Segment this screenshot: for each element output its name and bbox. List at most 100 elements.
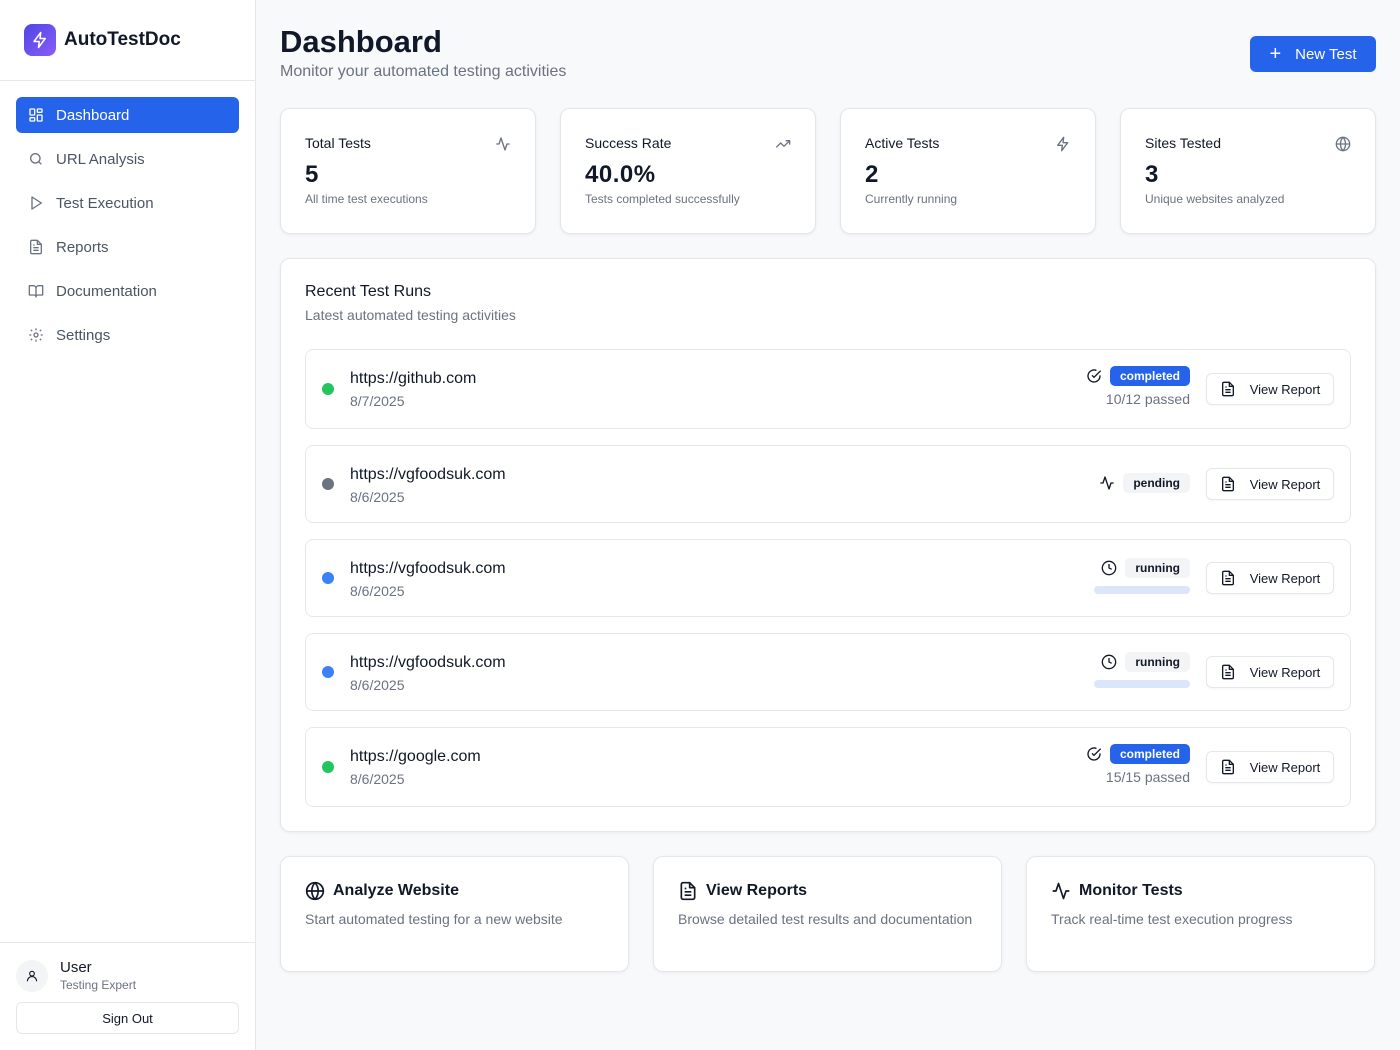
sidebar-item-label: Reports (56, 238, 109, 256)
list-item: https://google.com 8/6/2025 completed 15… (305, 727, 1351, 807)
stat-value: 3 (1145, 161, 1159, 188)
card-desc: Browse detailed test results and documen… (678, 911, 973, 927)
clock-icon (1102, 560, 1117, 576)
stat-label: Total Tests (305, 135, 371, 151)
view-report-button[interactable]: View Report (1206, 562, 1334, 594)
file-text-icon (680, 881, 696, 901)
stat-desc: All time test executions (305, 192, 428, 206)
view-report-button[interactable]: View Report (1206, 468, 1334, 500)
sidebar-item-test-execution[interactable]: Test Execution (16, 185, 239, 221)
sidebar-item-label: URL Analysis (56, 150, 145, 168)
page-title: Dashboard (280, 24, 442, 59)
monitor-tests-card[interactable]: Monitor Tests Track real-time test execu… (1026, 856, 1375, 972)
sidebar-item-label: Test Execution (56, 194, 154, 212)
sign-out-button[interactable]: Sign Out (16, 1002, 239, 1034)
run-date: 8/7/2025 (350, 393, 405, 409)
file-text-icon (1221, 570, 1234, 586)
clock-icon (1102, 654, 1117, 670)
run-url: https://github.com (350, 370, 477, 387)
activity-icon (1052, 882, 1070, 900)
stat-card-success-rate: Success Rate 40.0% Tests completed succe… (560, 108, 816, 234)
grid-icon (28, 107, 44, 123)
stat-value: 2 (865, 161, 879, 188)
stats-row: Total Tests 5 All time test executions S… (280, 108, 1376, 234)
list-item: https://vgfoodsuk.com 8/6/2025 running V… (305, 539, 1351, 617)
quick-actions: Analyze Website Start automated testing … (280, 856, 1376, 972)
sidebar-item-url-analysis[interactable]: URL Analysis (16, 141, 239, 177)
status-dot (322, 478, 334, 490)
run-url: https://vgfoodsuk.com (350, 466, 506, 483)
status-badge: completed (1109, 744, 1190, 764)
brand[interactable]: AutoTestDoc (0, 0, 255, 81)
user-profile: User Testing Expert (16, 959, 239, 992)
analyze-website-card[interactable]: Analyze Website Start automated testing … (280, 856, 629, 972)
section-subtitle: Latest automated testing activities (305, 307, 516, 323)
view-report-button[interactable]: View Report (1206, 751, 1334, 783)
passed-count: 15/15 passed (1105, 769, 1190, 785)
stat-value: 40.0% (585, 161, 656, 188)
stat-card-sites-tested: Sites Tested 3 Unique websites analyzed (1120, 108, 1376, 234)
card-title: View Reports (706, 882, 808, 899)
trending-up-icon (775, 140, 791, 148)
view-report-button[interactable]: View Report (1206, 656, 1334, 688)
brand-name: AutoTestDoc (64, 29, 181, 50)
run-url: https://google.com (350, 748, 481, 765)
card-desc: Track real-time test execution progress (1051, 911, 1293, 927)
globe-icon (305, 881, 325, 901)
play-icon (28, 195, 44, 211)
card-title: Monitor Tests (1079, 882, 1183, 899)
status-badge: pending (1123, 473, 1190, 493)
user-icon (26, 970, 38, 981)
view-reports-card[interactable]: View Reports Browse detailed test result… (653, 856, 1002, 972)
gear-icon (28, 327, 44, 343)
sidebar-item-label: Documentation (56, 282, 157, 300)
sidebar-item-settings[interactable]: Settings (16, 317, 239, 353)
card-title: Analyze Website (333, 882, 459, 899)
file-text-icon (1221, 664, 1234, 680)
view-report-label: View Report (1249, 381, 1321, 397)
status-badge: completed (1109, 366, 1190, 386)
list-item: https://vgfoodsuk.com 8/6/2025 pending V… (305, 445, 1351, 523)
sidebar-nav: Dashboard URL Analysis Test Execution Re… (0, 81, 255, 377)
check-circle-icon (1087, 747, 1102, 761)
globe-icon (1335, 136, 1351, 152)
check-circle-icon (1087, 369, 1102, 383)
view-report-label: View Report (1249, 664, 1321, 680)
run-date: 8/6/2025 (350, 583, 405, 599)
view-report-button[interactable]: View Report (1206, 373, 1334, 405)
sidebar-item-reports[interactable]: Reports (16, 229, 239, 265)
view-report-label: View Report (1249, 476, 1321, 492)
page-subtitle: Monitor your automated testing activitie… (280, 63, 567, 80)
file-text-icon (1221, 759, 1234, 775)
sidebar-item-documentation[interactable]: Documentation (16, 273, 239, 309)
run-date: 8/6/2025 (350, 677, 405, 693)
status-dot (322, 666, 334, 678)
run-date: 8/6/2025 (350, 771, 405, 787)
stat-desc: Tests completed successfully (585, 192, 740, 206)
book-icon (28, 283, 44, 299)
status-badge: running (1125, 558, 1190, 578)
file-text-icon (1221, 476, 1234, 492)
sidebar-item-label: Dashboard (56, 106, 130, 124)
view-report-label: View Report (1249, 570, 1321, 586)
new-test-label: New Test (1295, 45, 1357, 63)
card-desc: Start automated testing for a new websit… (305, 911, 563, 927)
lightning-icon (1057, 136, 1069, 152)
new-test-button[interactable]: + New Test (1250, 36, 1376, 72)
run-date: 8/6/2025 (350, 489, 405, 505)
section-title: Recent Test Runs (305, 283, 431, 300)
file-text-icon (1221, 381, 1234, 397)
progress-bar (1094, 680, 1190, 688)
sidebar-footer: User Testing Expert Sign Out (0, 942, 255, 1050)
progress-bar (1094, 586, 1190, 594)
view-report-label: View Report (1249, 759, 1321, 775)
user-name: User (60, 959, 92, 976)
status-dot (322, 761, 334, 773)
runs-list: https://github.com 8/7/2025 completed 10… (305, 349, 1351, 807)
activity-icon (1100, 476, 1114, 490)
stat-card-total-tests: Total Tests 5 All time test executions (280, 108, 536, 234)
activity-icon (496, 137, 510, 151)
sidebar-item-dashboard[interactable]: Dashboard (16, 97, 239, 133)
stat-label: Sites Tested (1145, 135, 1222, 151)
run-url: https://vgfoodsuk.com (350, 654, 506, 671)
